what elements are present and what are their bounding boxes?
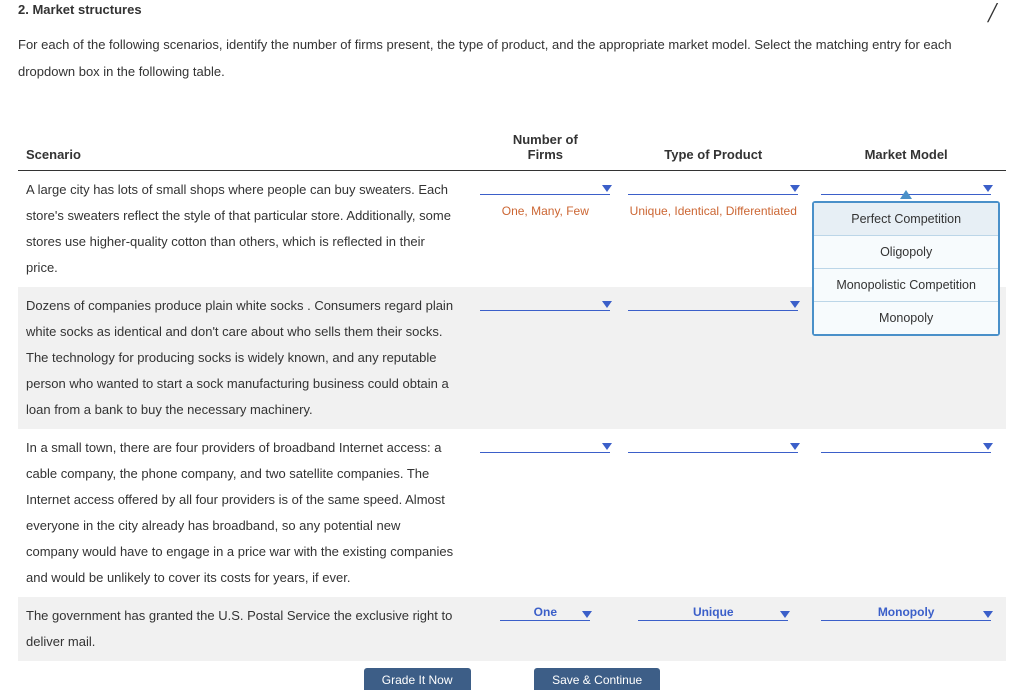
model-option[interactable]: Oligopoly xyxy=(814,236,998,269)
product-dropdown[interactable]: Unique, Identical, Differentiated xyxy=(628,179,798,219)
chevron-down-icon xyxy=(602,443,612,450)
firms-value: One xyxy=(534,605,557,619)
scenario-text: Dozens of companies produce plain white … xyxy=(18,287,470,429)
table-row: In a small town, there are four provider… xyxy=(18,429,1006,597)
chevron-up-icon xyxy=(900,190,912,199)
chevron-down-icon xyxy=(983,185,993,192)
col-firms-top: Number of xyxy=(470,126,620,147)
firms-dropdown[interactable] xyxy=(478,437,612,453)
product-dropdown[interactable] xyxy=(628,295,798,311)
table-row: A large city has lots of small shops whe… xyxy=(18,170,1006,287)
table-row: The government has granted the U.S. Post… xyxy=(18,597,1006,661)
firms-hint: One, Many, Few xyxy=(478,203,612,219)
col-product: Type of Product xyxy=(620,126,806,171)
section-heading: 2. Market structures xyxy=(18,2,1006,17)
save-continue-button[interactable]: Save & Continue xyxy=(534,668,660,690)
page-mark: / xyxy=(988,0,996,30)
chevron-down-icon xyxy=(602,301,612,308)
scenario-text: The government has granted the U.S. Post… xyxy=(18,597,470,661)
chevron-down-icon xyxy=(790,443,800,450)
product-dropdown[interactable] xyxy=(628,437,798,453)
scenario-table: Scenario Number of Type of Product Marke… xyxy=(18,126,1006,661)
model-option[interactable]: Perfect Competition xyxy=(814,203,998,236)
firms-dropdown[interactable] xyxy=(478,295,612,311)
model-dropdown[interactable]: Monopoly xyxy=(814,605,998,621)
chevron-down-icon xyxy=(983,611,993,618)
instructions-text: For each of the following scenarios, ide… xyxy=(18,31,1006,86)
chevron-down-icon xyxy=(983,443,993,450)
model-option[interactable]: Monopoly xyxy=(814,302,998,334)
chevron-down-icon xyxy=(790,301,800,308)
product-value: Unique xyxy=(693,605,734,619)
product-dropdown[interactable]: Unique xyxy=(628,605,798,621)
product-hint: Unique, Identical, Differentiated xyxy=(628,203,798,219)
col-scenario: Scenario xyxy=(18,126,470,171)
firms-dropdown[interactable]: One xyxy=(478,605,612,621)
model-option[interactable]: Monopolistic Competition xyxy=(814,269,998,302)
chevron-down-icon xyxy=(780,611,790,618)
scenario-text: In a small town, there are four provider… xyxy=(18,429,470,597)
grade-button[interactable]: Grade It Now xyxy=(364,668,471,690)
model-value: Monopoly xyxy=(878,605,935,619)
col-model: Market Model xyxy=(806,126,1006,171)
firms-dropdown[interactable]: One, Many, Few xyxy=(478,179,612,219)
chevron-down-icon xyxy=(790,185,800,192)
footer-buttons: Grade It Now Save & Continue xyxy=(18,665,1006,687)
chevron-down-icon xyxy=(602,185,612,192)
chevron-down-icon xyxy=(582,611,592,618)
model-dropdown[interactable] xyxy=(814,437,998,453)
model-dropdown-panel: Perfect Competition Oligopoly Monopolist… xyxy=(812,201,1000,336)
scenario-text: A large city has lots of small shops whe… xyxy=(18,170,470,287)
col-firms: Firms xyxy=(470,147,620,171)
